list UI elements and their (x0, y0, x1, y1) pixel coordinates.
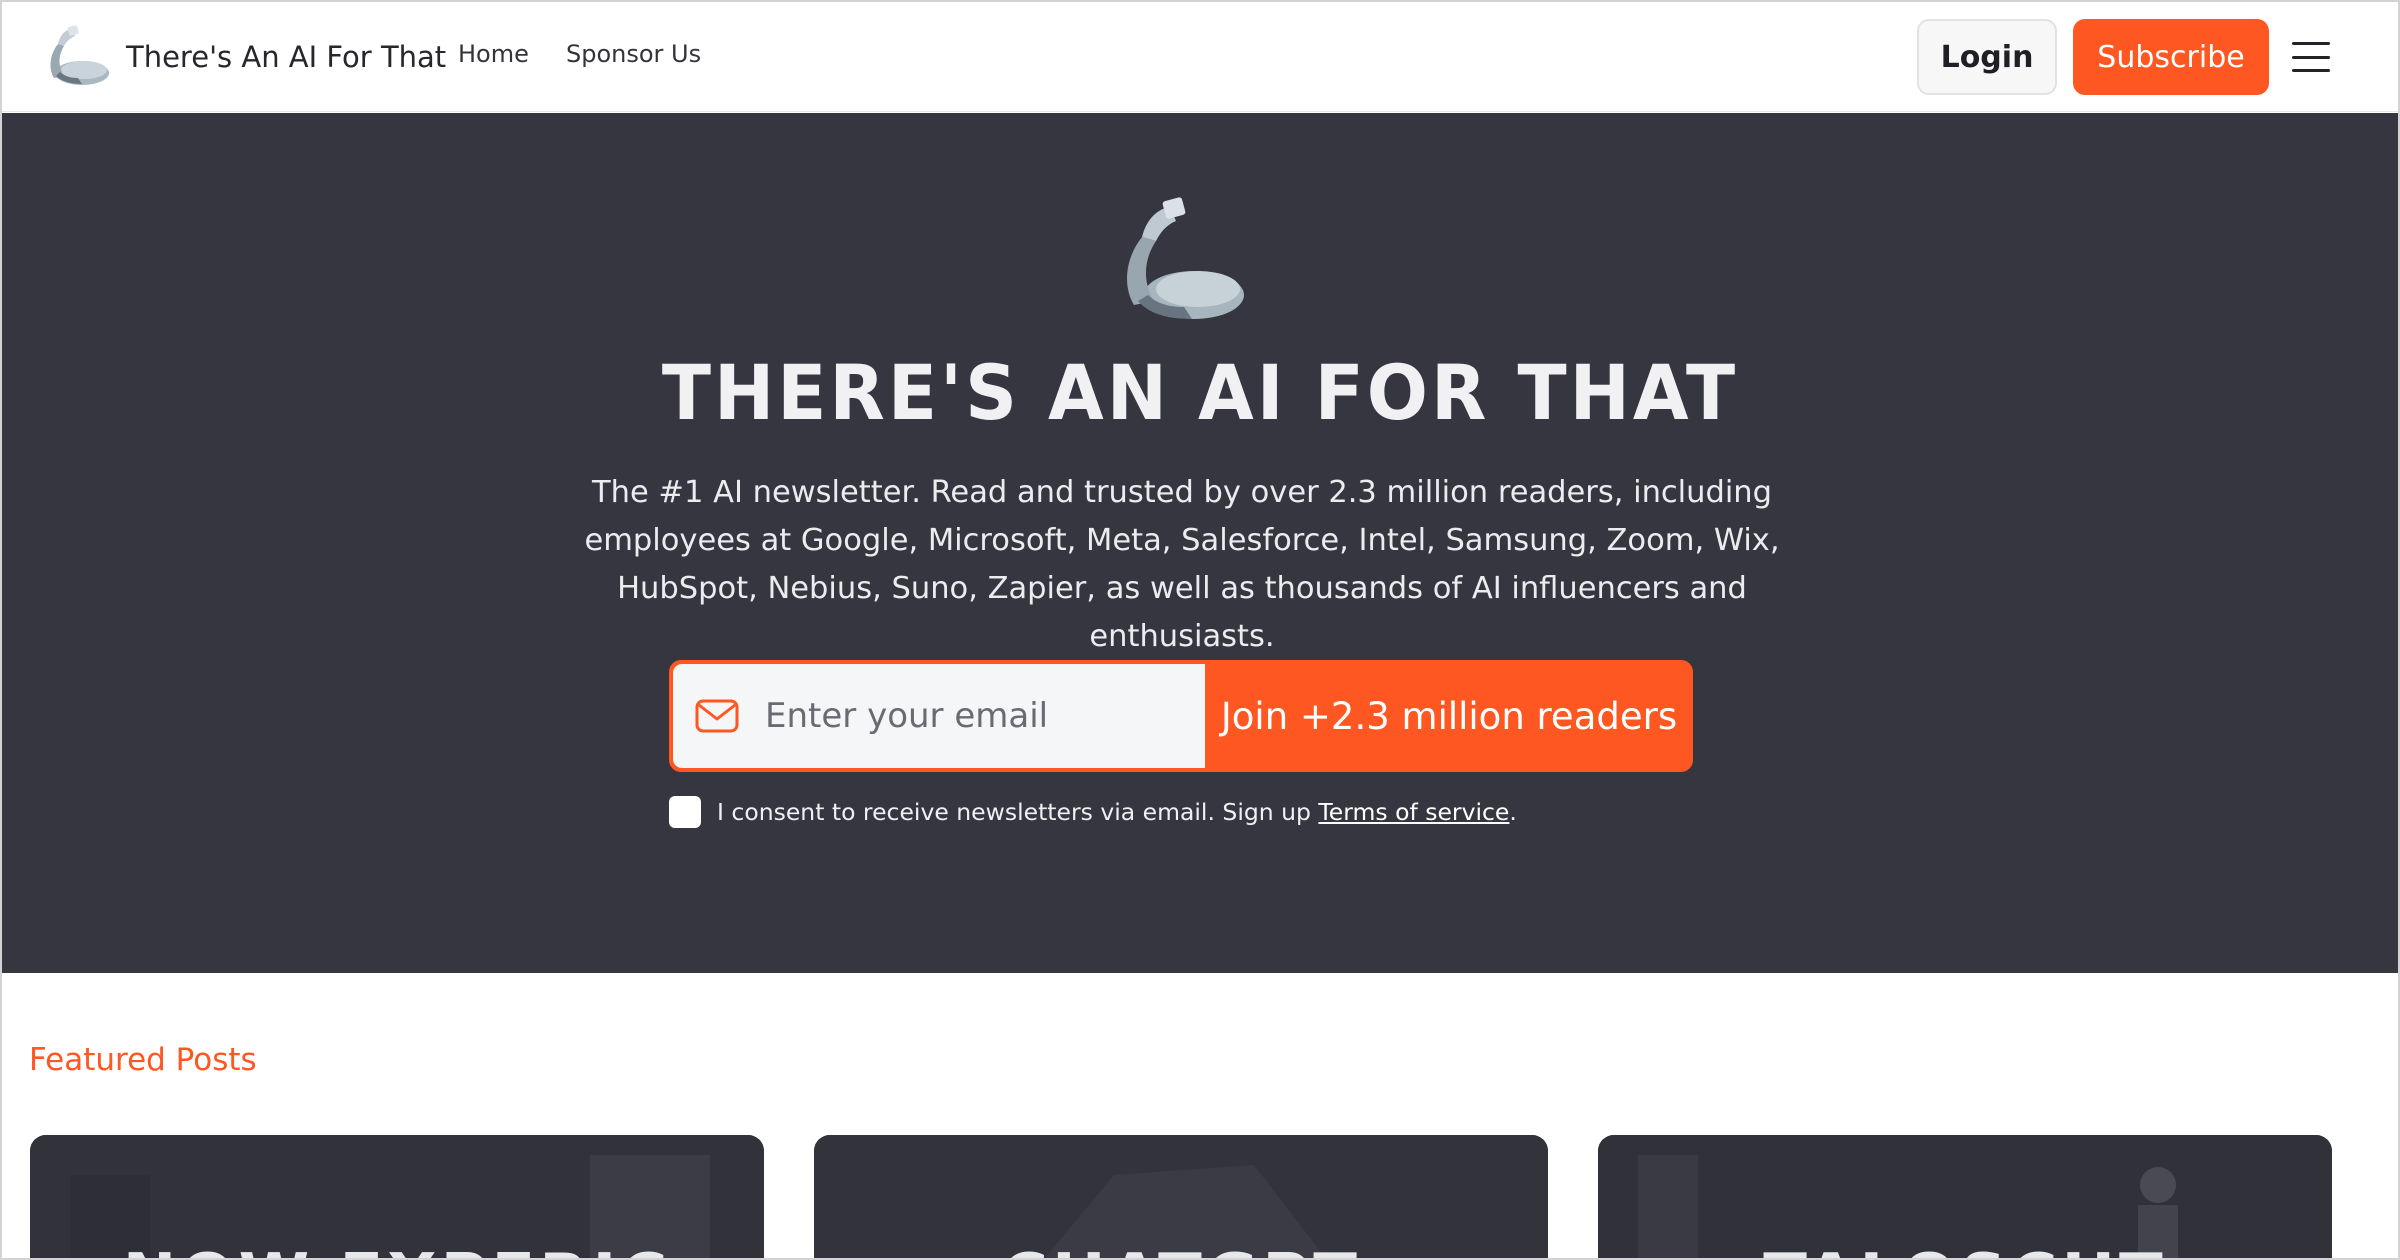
hero-title: THERE'S AN AI FOR THAT (661, 348, 1739, 438)
login-button[interactable]: Login (1917, 19, 2057, 95)
card-title: NOW EXPERIC (30, 1241, 764, 1258)
brand-link[interactable]: There's An AI For That (42, 24, 446, 90)
hero-description: The #1 AI newsletter. Read and trusted b… (584, 475, 1780, 654)
card-title: TALOSCHT (1598, 1241, 2332, 1258)
flexed-arm-icon (50, 25, 109, 85)
hero-section: THERE'S AN AI FOR THAT The #1 AI newslet… (2, 113, 2398, 973)
consent-period: . (1509, 798, 1517, 826)
site-header: There's An AI For That Home Sponsor Us L… (2, 2, 2398, 112)
hamburger-menu-icon[interactable] (2292, 42, 2330, 72)
consent-text: I consent to receive newsletters via ema… (717, 798, 1319, 826)
featured-post-card[interactable]: CHATGPT (814, 1135, 1548, 1258)
featured-posts-heading: Featured Posts (29, 1042, 257, 1078)
email-input[interactable] (765, 696, 1185, 736)
consent-label: I consent to receive newsletters via ema… (717, 798, 1517, 826)
join-button[interactable]: Join +2.3 million readers (1205, 660, 1693, 772)
brand-name: There's An AI For That (126, 40, 447, 74)
nav-sponsor-link[interactable]: Sponsor Us (566, 40, 701, 68)
browser-viewport: There's An AI For That Home Sponsor Us L… (0, 0, 2400, 1260)
flexed-arm-icon (1127, 197, 1244, 319)
subscribe-button[interactable]: Subscribe (2073, 19, 2269, 95)
terms-of-service-link[interactable]: Terms of service (1318, 798, 1509, 826)
nav-home-link[interactable]: Home (458, 40, 529, 68)
consent-checkbox[interactable] (669, 796, 701, 828)
mail-icon (695, 699, 739, 733)
consent-row: I consent to receive newsletters via ema… (669, 796, 1517, 828)
email-field-wrapper[interactable] (673, 664, 1205, 768)
featured-post-card[interactable]: TALOSCHT (1598, 1135, 2332, 1258)
featured-post-card[interactable]: NOW EXPERIC (30, 1135, 764, 1258)
signup-form: Join +2.3 million readers (669, 660, 1693, 772)
card-title: CHATGPT (814, 1241, 1548, 1258)
